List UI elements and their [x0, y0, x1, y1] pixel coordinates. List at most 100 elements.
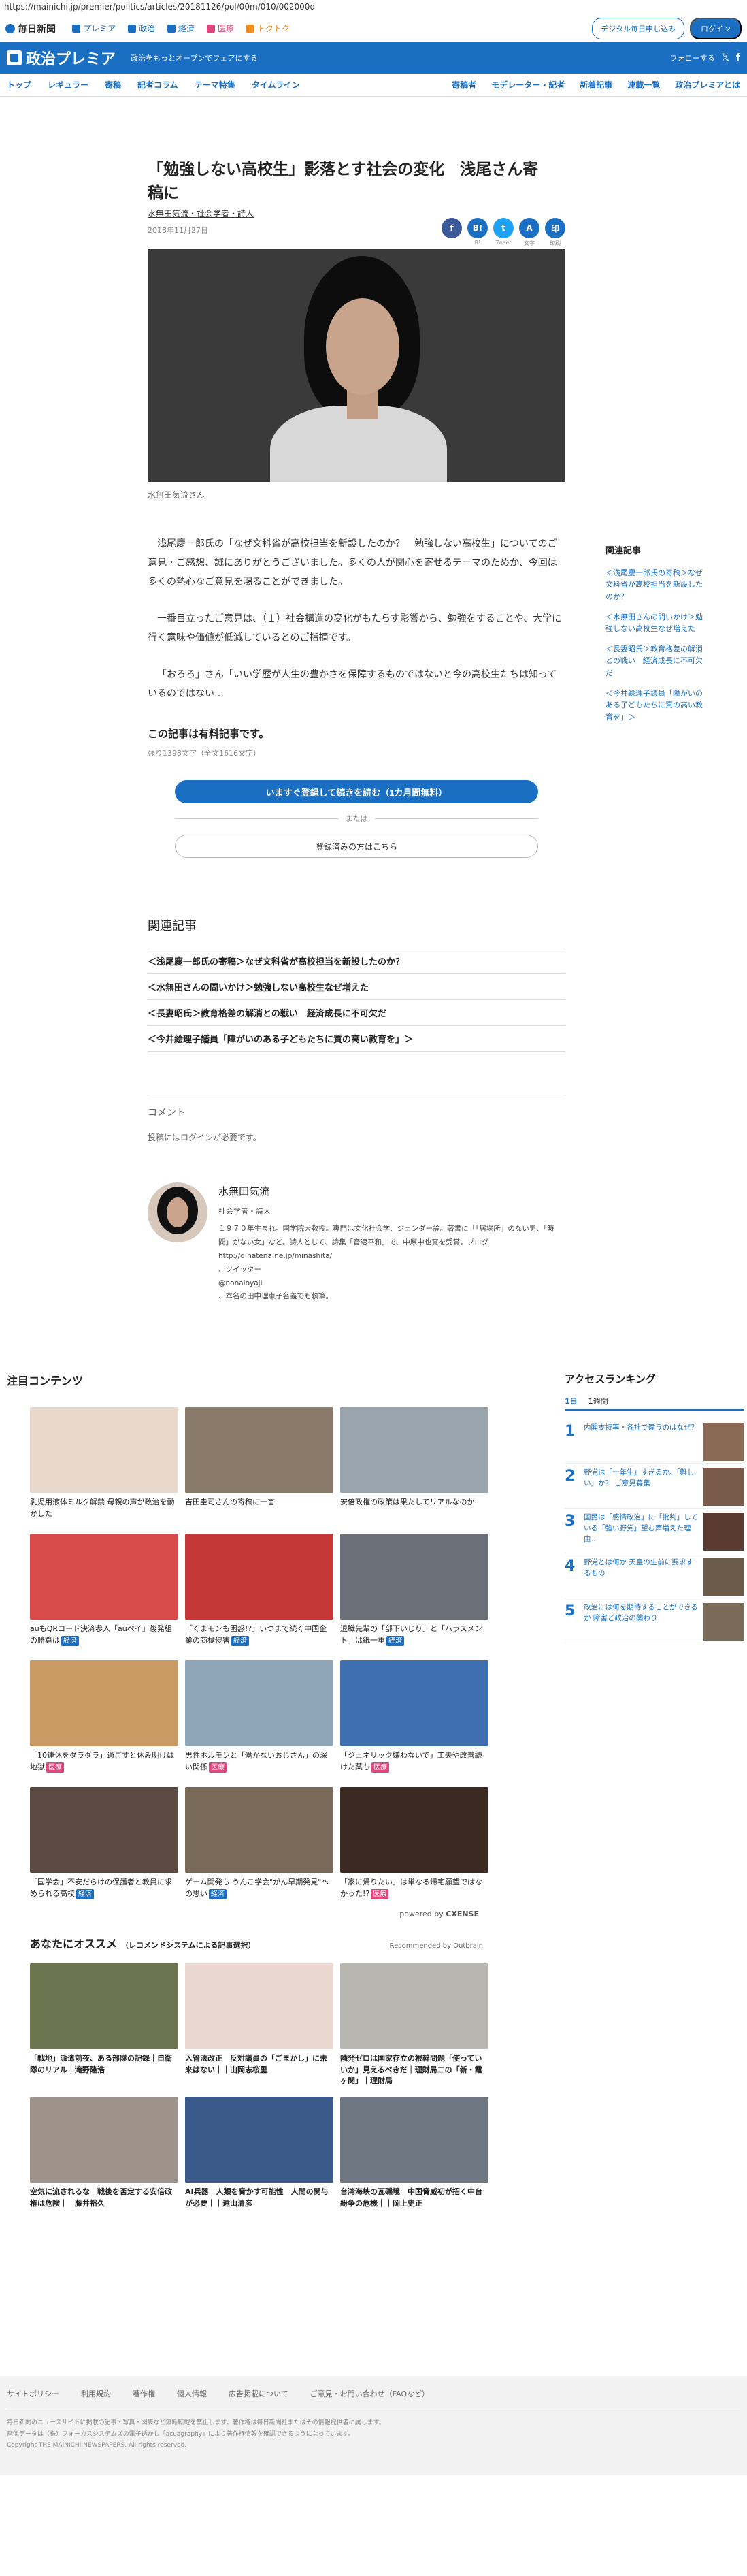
seiji-premier-logo[interactable]: 政治プレミア: [7, 47, 116, 69]
featured-card[interactable]: 安倍政権の政策は果たしてリアルなのか: [340, 1407, 488, 1527]
related-link[interactable]: ＜浅尾慶一郎氏の寄稿＞なぜ文科省が高校担当を新設したのか？: [148, 948, 565, 974]
recommend-card[interactable]: 台湾海峡の瓦礫境 中国脅威初が招く中台紛争の危機｜｜岡上史正: [340, 2097, 488, 2221]
ranking-item[interactable]: 3 国民は「感情政治」に「批判」している「強い野党」望む声増えた理由…: [565, 1509, 744, 1554]
author-role: 社会学者・詩人: [218, 1207, 271, 1216]
recommend-thumbnail: [30, 1963, 178, 2050]
ranking-title: 野党は「一年生」すぎるか。「難しい」か？ ご意見募集: [584, 1468, 695, 1488]
top-nav-item[interactable]: トクトク: [246, 22, 290, 34]
section-nav-item[interactable]: 連載一覧: [627, 79, 660, 91]
recommend-card[interactable]: AI兵器 人類を脅かす可能性 人間の関与が必要｜｜遠山清彦: [185, 2097, 333, 2221]
featured-card-title: 「くまモンも困惑!?」いつまで続く中国企業の商標侵害: [185, 1624, 327, 1645]
ranking-number: 2: [565, 1468, 576, 1485]
section-nav-item[interactable]: 寄稿者: [452, 79, 476, 91]
featured-card[interactable]: 吉田圭司さんの寄稿に一言: [185, 1407, 333, 1527]
section-nav-item[interactable]: トップ: [7, 79, 31, 91]
top-nav-item[interactable]: プレミア: [72, 22, 116, 34]
top-nav-item[interactable]: 政治: [128, 22, 155, 34]
section-nav-item[interactable]: モデレーター・記者: [491, 79, 565, 91]
category-tag: 経済: [76, 1888, 94, 1899]
category-tag: 経済: [231, 1635, 249, 1646]
featured-card[interactable]: 「10連休をダラダラ」過ごすと休み明けは地獄 医療: [30, 1660, 178, 1780]
login-button[interactable]: ログイン: [690, 17, 742, 39]
ranking-title: 政治には何を期待することができるか 障害と政治の関わり: [584, 1603, 698, 1623]
author-avatar[interactable]: [148, 1182, 208, 1242]
footer-link[interactable]: 利用規約: [81, 2388, 111, 2399]
featured-card-title: 乳児用液体ミルク解禁 母親の声が政治を動かした: [30, 1498, 175, 1518]
sidebar-related-link[interactable]: ＜浅尾慶一郎氏の寄稿＞なぜ文科省が高校担当を新設したのか？: [605, 567, 708, 603]
featured-card[interactable]: 「ジェネリック嫌わないで」工夫や改善続けた薬も 医療: [340, 1660, 488, 1780]
footer-link[interactable]: 著作権: [133, 2388, 155, 2399]
mainichi-logo[interactable]: 毎日新聞: [5, 22, 56, 35]
footer-link[interactable]: 広告掲載について: [229, 2388, 288, 2399]
author-twitter-link[interactable]: @nonaioyaji: [218, 1279, 263, 1287]
recommend-card[interactable]: 「戦地」派遣前夜、ある部隊の記録｜自衛隊のリアル｜滝野隆浩: [30, 1963, 178, 2087]
section-nav-item[interactable]: 寄稿: [105, 79, 121, 91]
footer-link[interactable]: ご意見・お問い合わせ（FAQなど）: [310, 2388, 429, 2399]
paragraph: 「おろろ」さん「いい学歴が人生の豊かさを保障するものではないと今の高校生たちは知…: [148, 669, 557, 699]
featured-card[interactable]: 「家に帰りたい」は単なる帰宅願望ではなかった!? 医療: [340, 1787, 488, 1907]
recommend-thumbnail: [340, 2097, 488, 2183]
ranking-thumbnail: [703, 1468, 744, 1507]
featured-card[interactable]: 「くまモンも困惑!?」いつまで続く中国企業の商標侵害 経済: [185, 1534, 333, 1654]
ranking-item[interactable]: 1 内閣支持率・各社で違うのはなぜ？: [565, 1419, 744, 1464]
top-nav-item[interactable]: 医療: [207, 22, 234, 34]
featured-card[interactable]: 退職先輩の「部下いじり」と「ハラスメント」は紙一重 経済: [340, 1534, 488, 1654]
section-nav-item[interactable]: 新着記事: [580, 79, 612, 91]
ranking-thumbnail: [703, 1423, 744, 1462]
sidebar-related: 関連記事 ＜浅尾慶一郎氏の寄稿＞なぜ文科省が高校担当を新設したのか？ ＜水無田さ…: [605, 545, 708, 731]
featured-card-title: 男性ホルモンと「働かないおじさん」の深い関係: [185, 1751, 327, 1771]
section-nav-item[interactable]: 記者コラム: [137, 79, 178, 91]
section-nav-item[interactable]: タイムライン: [252, 79, 300, 91]
section-nav-item[interactable]: テーマ特集: [195, 79, 235, 91]
url-bar[interactable]: https://mainichi.jp/premier/politics/art…: [0, 0, 747, 15]
featured-card[interactable]: 「国学会」不安だらけの保護者と教員に求められる高校 経済: [30, 1787, 178, 1907]
featured-thumbnail: [340, 1407, 488, 1494]
article: 「勉強しない高校生」影落とす社会の変化 浅尾さん寄稿に 水無田気流・社会学者・詩…: [148, 97, 565, 1304]
related-link[interactable]: ＜水無田さんの問いかけ＞勉強しない高校生なぜ増えた: [148, 974, 565, 1000]
featured-card[interactable]: 乳児用液体ミルク解禁 母親の声が政治を動かした: [30, 1407, 178, 1527]
recommend-card-title: 台湾海峡の瓦礫境 中国脅威初が招く中台紛争の危機｜｜岡上史正: [340, 2187, 482, 2208]
ranking-tab[interactable]: 1週間: [588, 1396, 608, 1406]
featured-card-title: ゲーム開発も うんこ学会"がん早期発見"への思い: [185, 1878, 329, 1898]
outbrain-logo[interactable]: Recommended by Outbrain: [389, 1942, 483, 1950]
ranking-item[interactable]: 2 野党は「一年生」すぎるか。「難しい」か？ ご意見募集: [565, 1464, 744, 1509]
ranking-tab[interactable]: 1日: [565, 1396, 578, 1406]
author-name[interactable]: 水無田気流: [218, 1182, 562, 1201]
section-nav-item[interactable]: 政治プレミアとは: [675, 79, 740, 91]
registered-login-button[interactable]: 登録済みの方はこちら: [175, 835, 538, 858]
section-nav-item[interactable]: レギュラー: [48, 79, 88, 91]
share-button[interactable]: t Tweet: [493, 218, 514, 247]
digital-subscribe-button[interactable]: デジタル毎日申し込み: [592, 17, 684, 39]
related-link[interactable]: ＜長妻昭氏＞教育格差の解消との戦い 経済成長に不可欠だ: [148, 1000, 565, 1026]
sidebar-related-link[interactable]: ＜今井絵理子議員「障がいのある子どもたちに質の高い教育を」＞: [605, 688, 708, 724]
featured-card[interactable]: ゲーム開発も うんこ学会"がん早期発見"への思い 経済: [185, 1787, 333, 1907]
twitter-icon[interactable]: 𝕏: [722, 52, 729, 63]
recommend-card[interactable]: 空気に流されるな 戦後を否定する安倍政権は危険｜｜藤井裕久: [30, 2097, 178, 2221]
recommend-card[interactable]: 隣発ゼロは国家存立の根幹問題「使っていいか」見えるべきだ｜理財局二の「新・霞ヶ関…: [340, 1963, 488, 2087]
share-button[interactable]: f: [442, 218, 462, 247]
recommend-card[interactable]: 入管法改正 反対議員の「ごまかし」に未来はない｜｜山岡志桜里: [185, 1963, 333, 2087]
related-link[interactable]: ＜今井絵理子議員「障がいのある子どもたちに質の高い教育を」＞: [148, 1026, 565, 1052]
footer-link[interactable]: サイトポリシー: [7, 2388, 59, 2399]
author-blog-link[interactable]: http://d.hatena.ne.jp/minashita/: [218, 1252, 332, 1260]
share-button[interactable]: B! B!: [467, 218, 488, 247]
featured-card-title: 「国学会」不安だらけの保護者と教員に求められる高校: [30, 1878, 172, 1898]
section-brand-bar: 政治プレミア 政治をもっとオープンでフェアにする フォローする 𝕏 f: [0, 42, 747, 74]
featured-thumbnail: [185, 1534, 333, 1620]
footer-link[interactable]: 個人情報: [177, 2388, 207, 2399]
ranking-item[interactable]: 5 政治には何を期待することができるか 障害と政治の関わり: [565, 1598, 744, 1644]
share-button[interactable]: 印印刷: [545, 218, 565, 247]
comment-title: コメント: [148, 1108, 186, 1118]
ranking-item[interactable]: 4 野党とは何か 天皇の生前に要求するもの: [565, 1553, 744, 1599]
facebook-icon[interactable]: f: [736, 52, 740, 63]
sidebar-related-link[interactable]: ＜長妻昭氏＞教育格差の解消との戦い 経済成長に不可欠だ: [605, 643, 708, 679]
subscribe-read-button[interactable]: いますぐ登録して続きを読む（1カ月間無料）: [175, 780, 538, 803]
featured-card[interactable]: auもQRコード決済参入「auペイ」後発組の勝算は 経済: [30, 1534, 178, 1654]
featured-card-title: 吉田圭司さんの寄稿に一言: [185, 1498, 275, 1507]
author-profile: 水無田気流 社会学者・詩人 １９７０年生まれ。国学院大教授。専門は文化社会学、ジ…: [148, 1182, 565, 1304]
featured-card[interactable]: 男性ホルモンと「働かないおじさん」の深い関係 医療: [185, 1660, 333, 1780]
top-nav-item[interactable]: 経済: [167, 22, 195, 34]
ranking-title: 野党とは何か 天皇の生前に要求するもの: [584, 1558, 693, 1578]
share-button[interactable]: A 文字: [519, 218, 540, 247]
sidebar-related-link[interactable]: ＜水無田さんの問いかけ＞勉強しない高校生なぜ増えた: [605, 611, 708, 635]
